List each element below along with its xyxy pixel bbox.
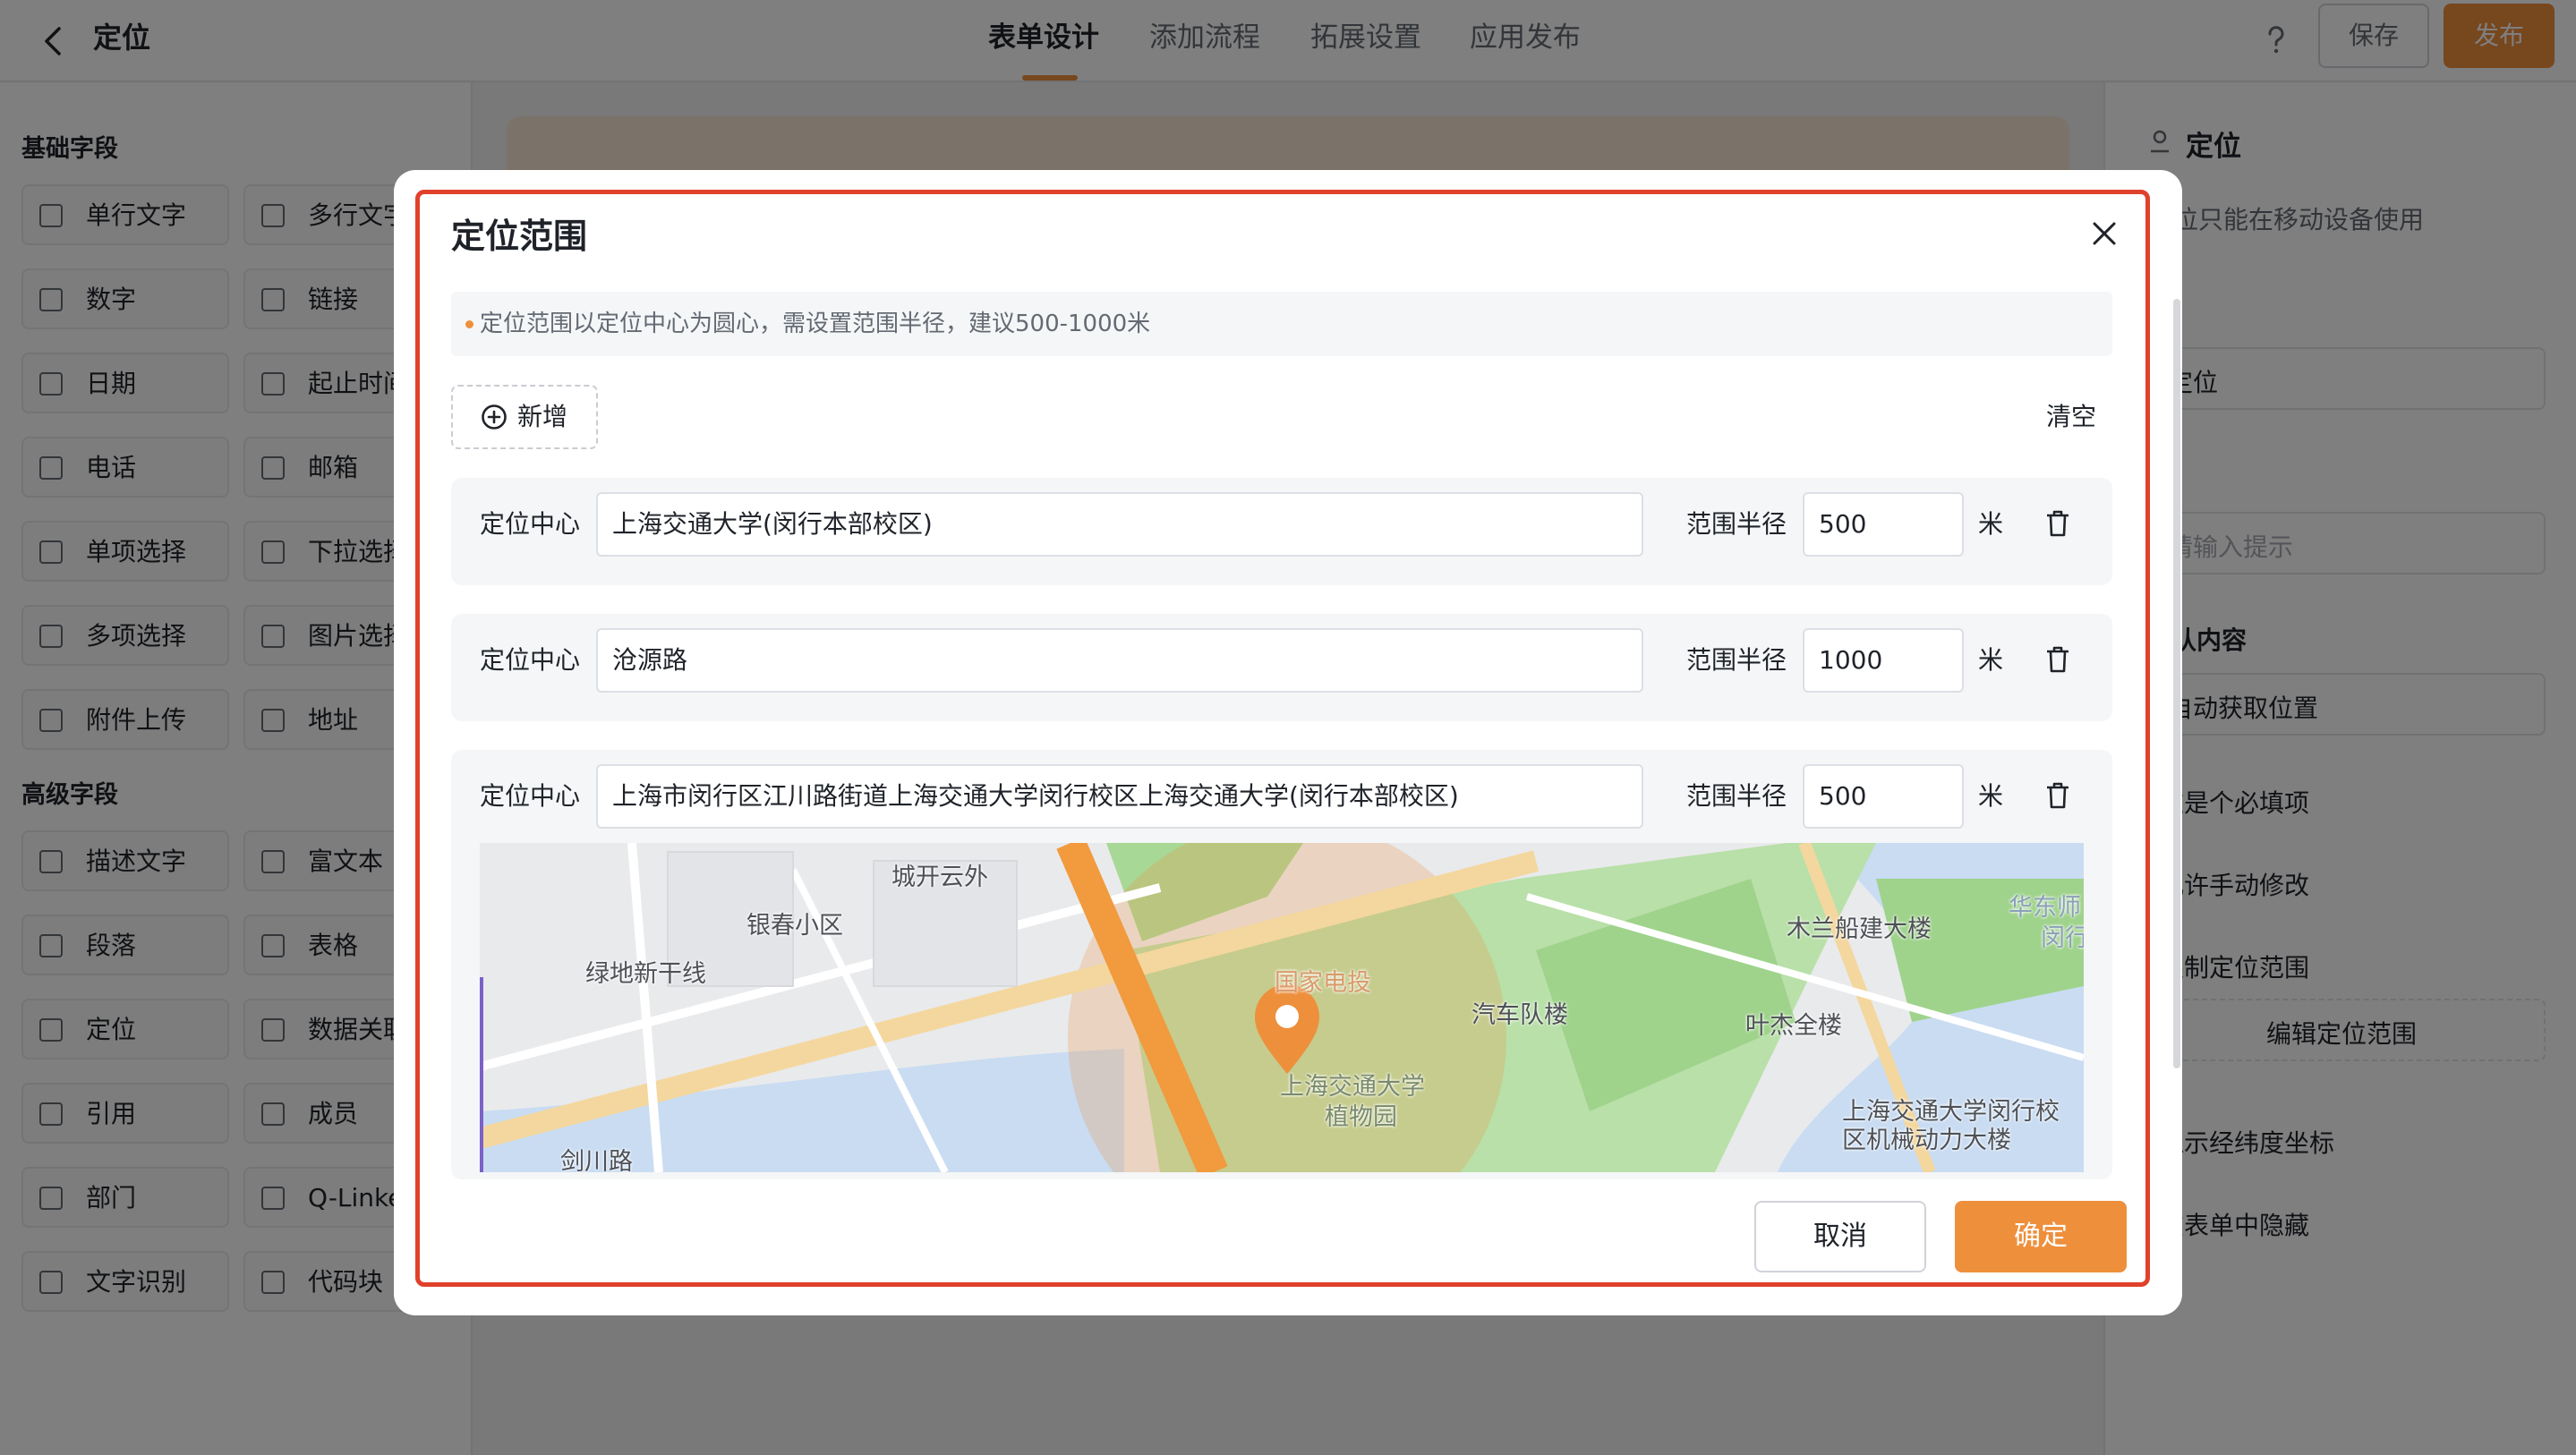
map-label: 绿地新干线 (585, 960, 706, 988)
radius-input[interactable]: 1000 (1803, 628, 1964, 693)
dialog-title: 定位范围 (451, 217, 588, 256)
center-input[interactable]: 上海交通大学(闵行本部校区) (596, 492, 1643, 557)
add-range-label: 新增 (517, 402, 568, 431)
tip-text: 定位范围以定位中心为圆心，需设置范围半径，建议500-1000米 (480, 311, 1151, 337)
map-label: 植物园 (1325, 1103, 1397, 1131)
map-label: 国家电投 (1275, 969, 1371, 997)
radius-label: 范围半径 (1686, 781, 1787, 811)
map-label: 城开云外 (891, 864, 988, 891)
center-label: 定位中心 (480, 509, 581, 539)
radius-input[interactable]: 500 (1803, 764, 1964, 829)
unit-label: 米 (1978, 509, 2004, 539)
map-label: 银春小区 (746, 912, 843, 940)
tip-bullet (465, 320, 473, 328)
map-label: 木兰船建大楼 (1787, 915, 1932, 943)
clear-button[interactable]: 清空 (2046, 399, 2096, 435)
map-label: 闵行 (2041, 924, 2084, 952)
radius-label: 范围半径 (1686, 645, 1787, 675)
map-label: 剑川路 (560, 1148, 633, 1172)
map-label: 汽车队楼 (1471, 1001, 1568, 1029)
unit-label: 米 (1978, 781, 2004, 811)
trash-icon[interactable] (2044, 780, 2071, 811)
location-map[interactable]: 城开云外 银春小区 绿地新干线 剑川路 国家电投 上海交通大学 植物园 汽车队楼… (480, 843, 2084, 1172)
radius-label: 范围半径 (1686, 509, 1787, 539)
radius-input[interactable]: 500 (1803, 492, 1964, 557)
confirm-button[interactable]: 确定 (1955, 1201, 2127, 1272)
plus-circle-icon (482, 404, 507, 430)
trash-icon[interactable] (2044, 644, 2071, 675)
map-label: 叶杰全楼 (1745, 1012, 1842, 1040)
center-label: 定位中心 (480, 781, 581, 811)
center-input[interactable]: 沧源路 (596, 628, 1643, 693)
map-label: 区机械动力大楼 (1842, 1127, 2011, 1154)
cancel-button[interactable]: 取消 (1754, 1201, 1926, 1272)
center-label: 定位中心 (480, 645, 581, 675)
close-icon[interactable] (2089, 218, 2120, 249)
center-input[interactable]: 上海市闵行区江川路街道上海交通大学闵行校区上海交通大学(闵行本部校区) (596, 764, 1643, 829)
dialog-scrollbar[interactable] (2173, 299, 2180, 1068)
unit-label: 米 (1978, 645, 2004, 675)
trash-icon[interactable] (2044, 508, 2071, 539)
